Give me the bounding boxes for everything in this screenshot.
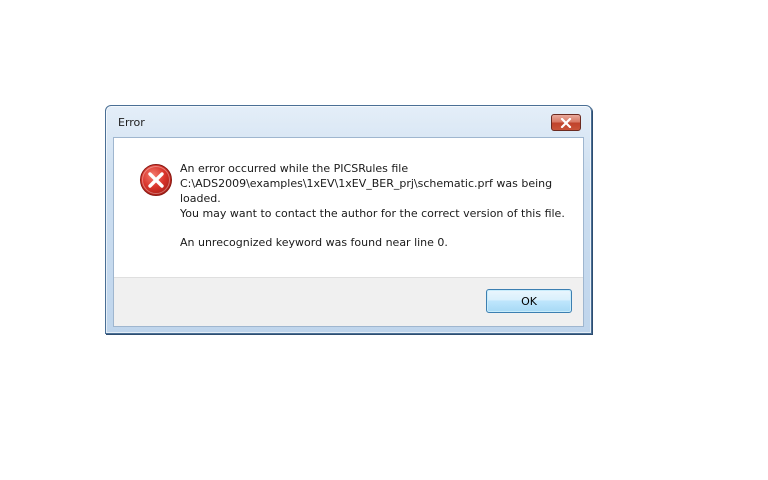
message-area: An error occurred while the PICSRules fi…: [114, 138, 583, 279]
button-bar: OK: [114, 277, 583, 326]
message-line: C:\ADS2009\examples\1xEV\1xEV_BER_prj\sc…: [180, 177, 553, 190]
error-dialog: Error An error occurred while the PICSRu…: [105, 105, 592, 334]
close-button[interactable]: [551, 114, 581, 131]
dialog-body: An error occurred while the PICSRules fi…: [113, 137, 584, 327]
error-detail: An unrecognized keyword was found near l…: [180, 236, 448, 249]
message-line: You may want to contact the author for t…: [180, 207, 565, 220]
error-icon: [140, 164, 172, 196]
message-line: loaded.: [180, 192, 221, 205]
ok-button[interactable]: OK: [486, 289, 572, 313]
message-line: An error occurred while the PICSRules fi…: [180, 162, 409, 175]
dialog-title: Error: [118, 116, 145, 129]
error-message: An error occurred while the PICSRules fi…: [180, 161, 575, 250]
close-icon: [560, 117, 572, 128]
title-bar[interactable]: Error: [106, 106, 591, 136]
